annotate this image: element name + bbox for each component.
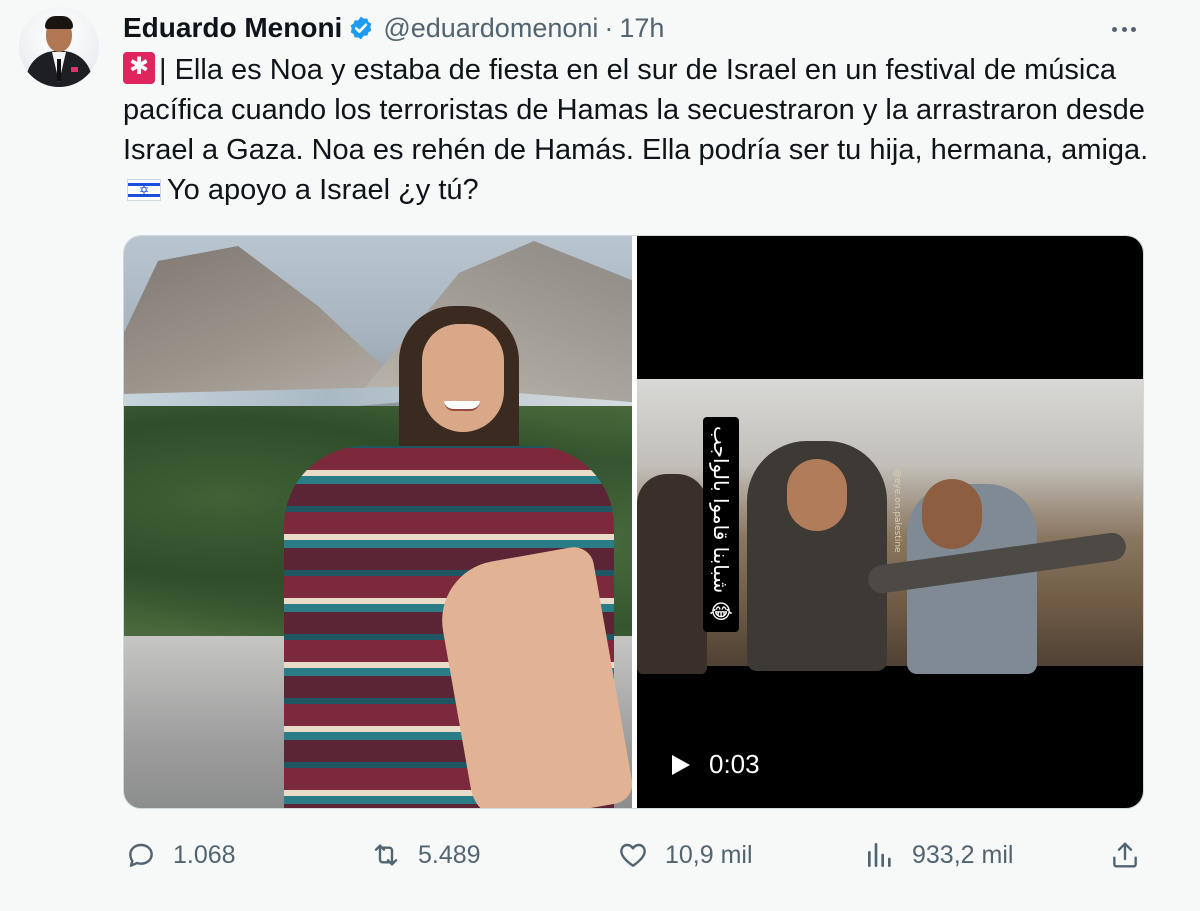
share-icon[interactable] bbox=[1109, 839, 1141, 871]
media-container: شبابنا قاموا بالواجب 😂 @eye.on.palestine… bbox=[123, 235, 1144, 809]
tweet[interactable]: Eduardo Menoni @eduardomenoni · 17h | El… bbox=[0, 0, 1200, 911]
video-frame: شبابنا قاموا بالواجب 😂 @eye.on.palestine bbox=[637, 379, 1143, 674]
views-icon bbox=[868, 843, 891, 867]
author-handle[interactable]: @eduardomenoni bbox=[383, 13, 598, 44]
tweet-text: | Ella es Noa y estaba de fiesta en el s… bbox=[123, 50, 1153, 210]
more-dot bbox=[1131, 26, 1136, 32]
photo-person bbox=[284, 306, 632, 808]
video-duration: 0:03 bbox=[709, 749, 760, 779]
verified-badge-icon bbox=[351, 16, 372, 40]
avatar-pocket-square bbox=[71, 67, 78, 72]
avatar-hair bbox=[45, 16, 73, 29]
person-face bbox=[422, 324, 504, 432]
tweet-timestamp[interactable]: 17h bbox=[619, 13, 664, 44]
more-dot bbox=[1112, 26, 1117, 32]
views-count: 933,2 mil bbox=[912, 840, 1014, 869]
tweet-text-main: | Ella es Noa y estaba de fiesta en el s… bbox=[123, 54, 1149, 166]
video-overlay-caption: شبابنا قاموا بالواجب 😂 bbox=[703, 417, 739, 632]
video-watermark: @eye.on.palestine bbox=[892, 469, 902, 553]
action-bar: 1.068 5.489 10,9 mil 933,2 mil bbox=[0, 830, 1200, 880]
tweet-header: Eduardo Menoni @eduardomenoni · 17h bbox=[123, 8, 664, 48]
author-name[interactable]: Eduardo Menoni bbox=[123, 12, 342, 44]
header-separator: · bbox=[604, 12, 614, 43]
play-icon[interactable] bbox=[671, 754, 691, 776]
flag-star: ✡ bbox=[138, 183, 150, 197]
reply-icon bbox=[129, 843, 153, 867]
avatar-tie bbox=[57, 59, 61, 81]
more-options-icon[interactable] bbox=[1108, 15, 1140, 43]
like-button[interactable]: 10,9 mil bbox=[617, 830, 753, 880]
reply-count: 1.068 bbox=[173, 840, 236, 869]
more-dot bbox=[1121, 26, 1127, 32]
israel-flag-icon: ✡ bbox=[127, 179, 161, 201]
retweet-icon bbox=[374, 844, 398, 866]
siren-emoji-icon bbox=[123, 52, 155, 84]
tweet-text-end: Yo apoyo a Israel ¿y tú? bbox=[167, 174, 479, 206]
retweet-button[interactable]: 5.489 bbox=[370, 830, 481, 880]
retweet-count: 5.489 bbox=[418, 840, 481, 869]
person-smile bbox=[444, 401, 480, 411]
photo-noa[interactable] bbox=[124, 236, 632, 808]
avatar[interactable] bbox=[19, 7, 99, 87]
video-figure-center-face bbox=[787, 459, 847, 531]
like-count: 10,9 mil bbox=[665, 840, 753, 869]
like-icon bbox=[620, 843, 646, 867]
reply-button[interactable]: 1.068 bbox=[125, 830, 236, 880]
video-figure-right-face bbox=[922, 479, 982, 549]
video-player[interactable]: شبابنا قاموا بالواجب 😂 @eye.on.palestine… bbox=[637, 236, 1143, 808]
views-button[interactable]: 933,2 mil bbox=[864, 830, 1013, 880]
video-figure-left bbox=[637, 474, 707, 674]
